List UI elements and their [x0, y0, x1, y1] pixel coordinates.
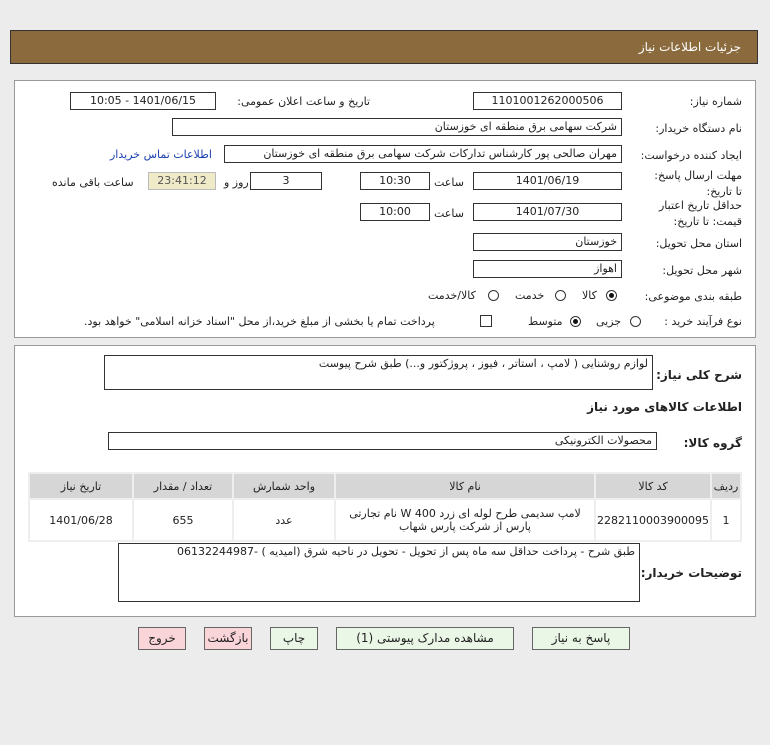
deadline-label: مهلت ارسال پاسخ: تا تاریخ:: [654, 169, 742, 198]
table-header-row: ردیف کد کالا نام کالا واحد شمارش تعداد /…: [30, 474, 740, 498]
validity-label: حداقل تاریخ اعتبار قیمت: تا تاریخ:: [658, 199, 742, 228]
category-goods-label: کالا: [582, 289, 597, 302]
category-radio-service[interactable]: [555, 290, 566, 301]
col-row: ردیف: [712, 474, 740, 498]
days-field: 3: [250, 172, 322, 190]
validity-time-field: 10:00: [360, 203, 430, 221]
cell-row: 1: [712, 500, 740, 540]
exit-button[interactable]: خروج: [138, 627, 186, 650]
city-field: اهواز: [473, 260, 622, 278]
goods-info-title: اطلاعات کالاهای مورد نیاز: [587, 400, 742, 414]
province-label: استان محل تحویل:: [655, 237, 742, 250]
cell-code: 2282110003900095: [596, 500, 710, 540]
deadline-date-field: 1401/06/19: [473, 172, 622, 190]
process-minor-label: جزیی: [596, 315, 622, 328]
remaining-timer: 23:41:12: [148, 172, 216, 190]
attachments-button[interactable]: مشاهده مدارک پیوستی (1): [336, 627, 514, 650]
cell-name: لامپ سدیمی طرح لوله ای زرد 400 W نام تجا…: [336, 500, 595, 540]
table-row: 1 2282110003900095 لامپ سدیمی طرح لوله ا…: [30, 500, 740, 540]
city-label: شهر محل تحویل:: [662, 264, 742, 277]
col-qty: تعداد / مقدار: [134, 474, 232, 498]
summary-field: لوازم روشنایی ( لامپ ، استاتر ، فیوز ، پ…: [104, 355, 653, 390]
col-unit: واحد شمارش: [234, 474, 334, 498]
deadline-time-label: ساعت: [434, 176, 464, 189]
treasury-text: پرداخت تمام یا بخشی از مبلغ خرید،از محل …: [84, 315, 435, 328]
col-name: نام کالا: [336, 474, 595, 498]
goods-table: ردیف کد کالا نام کالا واحد شمارش تعداد /…: [28, 472, 742, 542]
summary-label: شرح کلی نیاز:: [656, 368, 742, 382]
requester-label: ایجاد کننده درخواست:: [640, 149, 742, 162]
process-radio-medium[interactable]: [570, 316, 581, 327]
print-button[interactable]: چاپ: [270, 627, 318, 650]
validity-date-field: 1401/07/30: [473, 203, 622, 221]
col-code: کد کالا: [596, 474, 710, 498]
need-number-field: 1101001262000506: [473, 92, 622, 110]
category-service-label: خدمت: [515, 289, 545, 302]
need-number-label: شماره نیاز:: [689, 95, 742, 108]
remaining-label: ساعت باقی مانده: [52, 176, 134, 189]
deadline-time-field: 10:30: [360, 172, 430, 190]
cell-unit: عدد: [234, 500, 334, 540]
province-field: خوزستان: [473, 233, 622, 251]
buyer-notes-label: توضیحات خریدار:: [640, 566, 742, 580]
process-label: نوع فرآیند خرید :: [664, 315, 742, 328]
goods-group-field: محصولات الکترونیکی: [108, 432, 657, 450]
reply-button[interactable]: پاسخ به نیاز: [532, 627, 630, 650]
buyer-notes-field: طبق شرح - پرداخت حداقل سه ماه پس از تحوی…: [118, 543, 640, 602]
page-header: جزئیات اطلاعات نیاز: [10, 30, 758, 64]
requester-field: مهران صالحی پور کارشناس تدارکات شرکت سها…: [224, 145, 622, 163]
buyer-contact-link[interactable]: اطلاعات تماس خریدار: [110, 148, 212, 161]
col-date: تاریخ نیاز: [30, 474, 132, 498]
buyer-org-field: شرکت سهامی برق منطقه ای خوزستان: [172, 118, 622, 136]
treasury-checkbox[interactable]: [480, 315, 492, 327]
process-radio-minor[interactable]: [630, 316, 641, 327]
category-radio-goods[interactable]: [606, 290, 617, 301]
category-radio-goods-service[interactable]: [488, 290, 499, 301]
days-label: روز و: [224, 176, 249, 189]
buyer-org-label: نام دستگاه خریدار:: [655, 122, 742, 135]
page-title: جزئیات اطلاعات نیاز: [638, 40, 741, 54]
cell-date: 1401/06/28: [30, 500, 132, 540]
category-goods-service-label: کالا/خدمت: [428, 289, 476, 302]
category-label: طبقه بندی موضوعی:: [644, 290, 742, 303]
goods-group-label: گروه کالا:: [683, 436, 742, 450]
process-medium-label: متوسط: [528, 315, 563, 328]
announce-field: 1401/06/15 - 10:05: [70, 92, 216, 110]
validity-time-label: ساعت: [434, 207, 464, 220]
back-button[interactable]: بازگشت: [204, 627, 252, 650]
cell-qty: 655: [134, 500, 232, 540]
announce-label: تاریخ و ساعت اعلان عمومی:: [237, 95, 370, 108]
